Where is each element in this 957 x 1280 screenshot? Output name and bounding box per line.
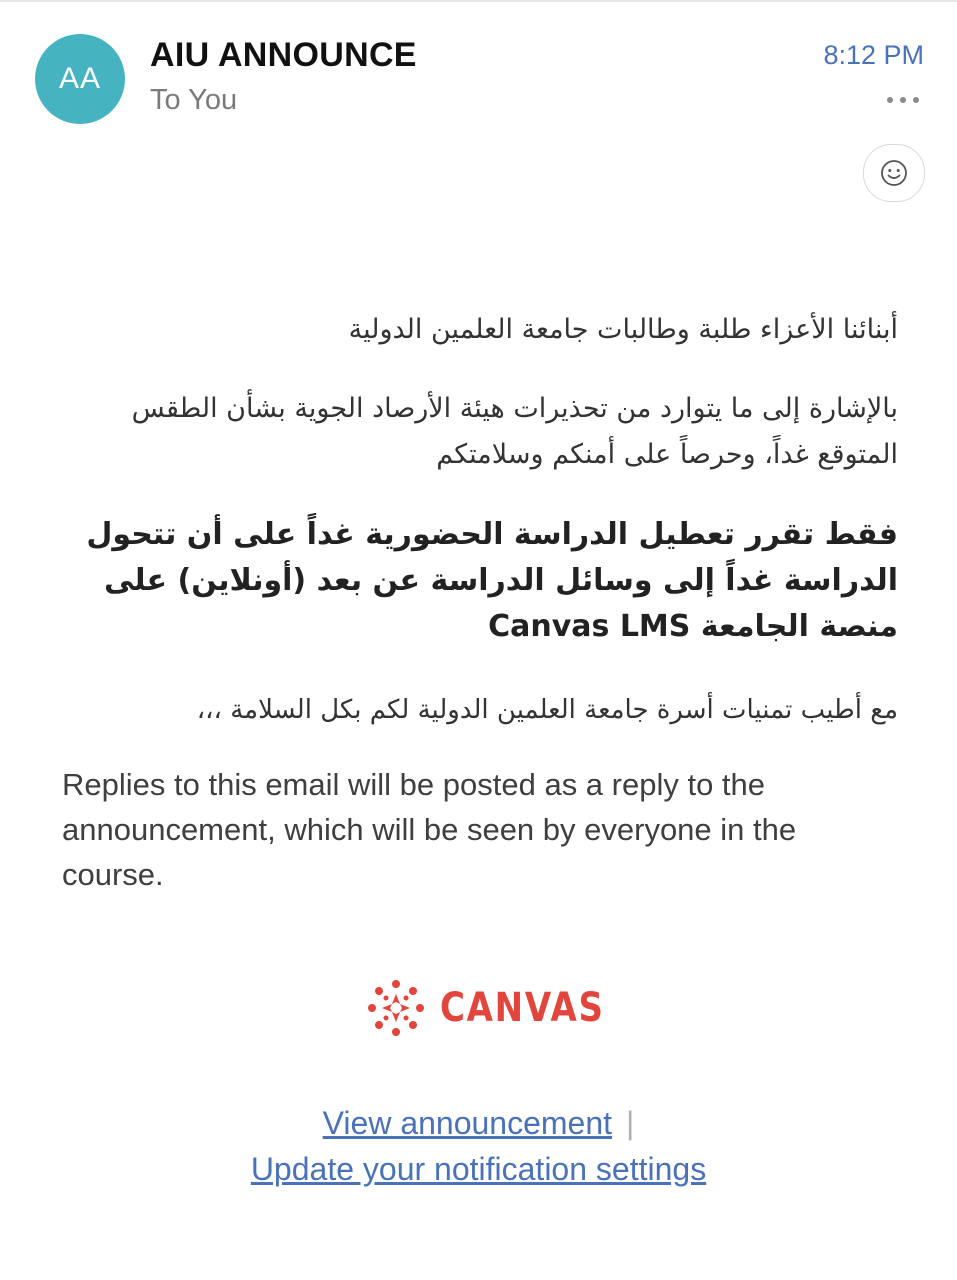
smiley-icon bbox=[881, 160, 907, 186]
reply-note: Replies to this email will be posted as … bbox=[62, 767, 797, 892]
link-separator: | bbox=[626, 1105, 635, 1141]
closing-text: مع أطيب تمنيات أسرة جامعة العلمين الدولي… bbox=[196, 695, 898, 725]
canvas-logo-icon bbox=[368, 980, 424, 1036]
email-header: AA AIU ANNOUNCE To You 8:12 PM bbox=[0, 0, 957, 210]
email-body: أبنائنا الأعزاء طلبة وطالبات جامعة العلم… bbox=[62, 300, 898, 928]
notification-settings-link[interactable]: Update your notification settings bbox=[251, 1151, 706, 1187]
recipient-label: To You bbox=[150, 84, 238, 116]
weather-warning-paragraph: بالإشارة إلى ما يتوارد من تحذيرات هيئة ا… bbox=[131, 393, 898, 470]
greeting-text: أبنائنا الأعزاء طلبة وطالبات جامعة العلم… bbox=[348, 314, 898, 345]
sender-name: AIU ANNOUNCE bbox=[150, 36, 417, 74]
add-reaction-button[interactable] bbox=[863, 144, 925, 202]
ellipsis-icon[interactable] bbox=[887, 92, 919, 108]
online-study-announcement: فقط تقرر تعطيل الدراسة الحضورية غداً على… bbox=[86, 517, 898, 644]
canvas-logo-text: CANVAS bbox=[440, 985, 605, 1031]
canvas-logo: CANVAS bbox=[366, 978, 634, 1038]
received-time: 8:12 PM bbox=[823, 40, 924, 70]
sender-avatar[interactable]: AA bbox=[35, 34, 125, 124]
email-footer: View announcement | Update your notificat… bbox=[0, 1100, 957, 1192]
view-announcement-link[interactable]: View announcement bbox=[323, 1105, 612, 1141]
